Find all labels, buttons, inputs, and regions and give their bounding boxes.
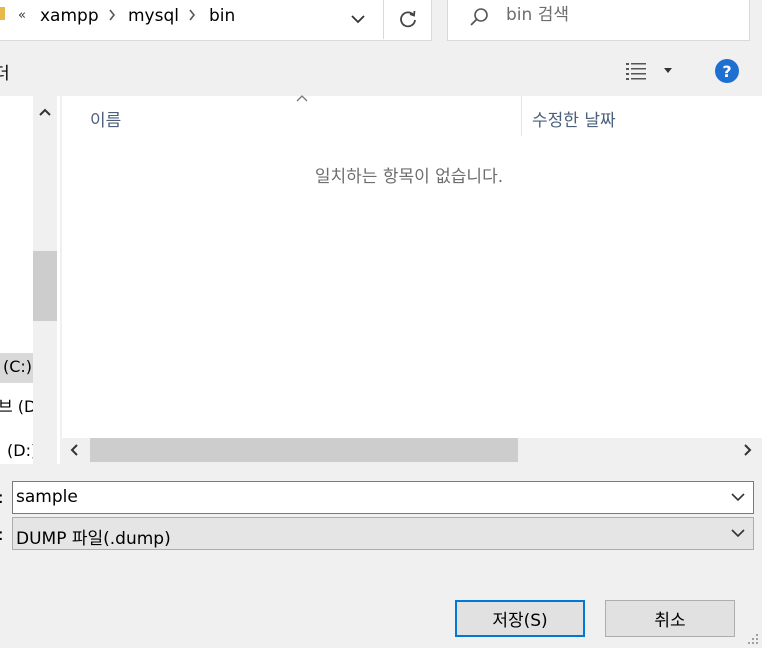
column-header-label: 수정한 날짜 — [532, 111, 616, 131]
cancel-button[interactable]: 취소 — [605, 600, 735, 637]
filename-input[interactable] — [16, 487, 716, 507]
breadcrumb-overflow[interactable]: « — [18, 8, 26, 23]
refresh-button[interactable] — [384, 0, 432, 39]
breadcrumb-bin[interactable]: bin — [209, 6, 235, 26]
chevron-right-icon[interactable] — [108, 9, 116, 21]
breadcrumb-mysql[interactable]: mysql — [128, 6, 179, 26]
breadcrumb-xampp[interactable]: xampp — [40, 6, 99, 26]
folder-icon — [0, 7, 5, 20]
chevron-down-icon — [351, 14, 365, 23]
caret-down-icon — [664, 68, 672, 73]
filetype-select[interactable]: DUMP 파일(.dump) — [12, 517, 754, 550]
horizontal-scrollbar[interactable] — [62, 438, 762, 462]
nav-item-drive-d[interactable]: (D:) — [0, 437, 33, 467]
filename-combobox[interactable] — [12, 481, 754, 514]
nav-item-drive-d-partial[interactable]: 브 (D — [0, 389, 33, 419]
column-header-label: 이름 — [90, 111, 122, 131]
search-box[interactable] — [447, 0, 750, 41]
filetype-value: DUMP 파일(.dump) — [16, 529, 171, 549]
chevron-up-icon — [39, 108, 51, 116]
address-history-dropdown[interactable] — [338, 5, 378, 33]
scroll-left-button[interactable] — [66, 442, 82, 458]
change-view-button[interactable] — [624, 58, 676, 84]
details-view-icon — [626, 63, 646, 80]
nav-item-label: (D:) — [7, 441, 33, 460]
chevron-right-icon — [744, 444, 752, 456]
toolbar: 더 ? — [0, 48, 762, 96]
scroll-up-button[interactable] — [33, 102, 57, 122]
filename-label: : — [0, 488, 4, 508]
search-icon — [470, 8, 488, 26]
save-button[interactable]: 저장(S) — [455, 600, 585, 637]
chevron-down-icon[interactable] — [731, 492, 745, 502]
resize-grip-icon[interactable] — [744, 630, 760, 646]
scroll-thumb[interactable] — [33, 251, 57, 321]
filetype-label: : — [0, 525, 4, 545]
empty-message: 일치하는 항목이 없습니다. — [314, 167, 504, 187]
address-row: « xampp mysql bin — [0, 0, 762, 48]
help-button[interactable]: ? — [715, 59, 739, 83]
address-bar[interactable]: « xampp mysql bin — [0, 0, 432, 41]
chevron-right-icon[interactable] — [188, 9, 196, 21]
toolbar-item-partial[interactable]: 더 — [0, 59, 10, 84]
scroll-right-button[interactable] — [740, 442, 756, 458]
search-input[interactable] — [506, 5, 736, 25]
file-list[interactable]: 이름 수정한 날짜 일치하는 항목이 없습니다. — [62, 95, 762, 440]
column-header-name[interactable]: 이름 — [62, 95, 522, 136]
nav-item-label: (C:) — [3, 357, 33, 376]
nav-item-label: 브 (D — [0, 397, 33, 416]
chevron-down-icon — [731, 529, 745, 538]
nav-scrollbar[interactable] — [33, 96, 57, 464]
refresh-icon — [400, 10, 416, 28]
nav-item-drive-c[interactable]: (C:) — [0, 353, 33, 383]
sort-ascending-icon — [296, 95, 308, 102]
column-header-date-modified[interactable]: 수정한 날짜 — [522, 96, 762, 136]
chevron-left-icon — [70, 444, 78, 456]
scroll-thumb[interactable] — [90, 438, 518, 462]
